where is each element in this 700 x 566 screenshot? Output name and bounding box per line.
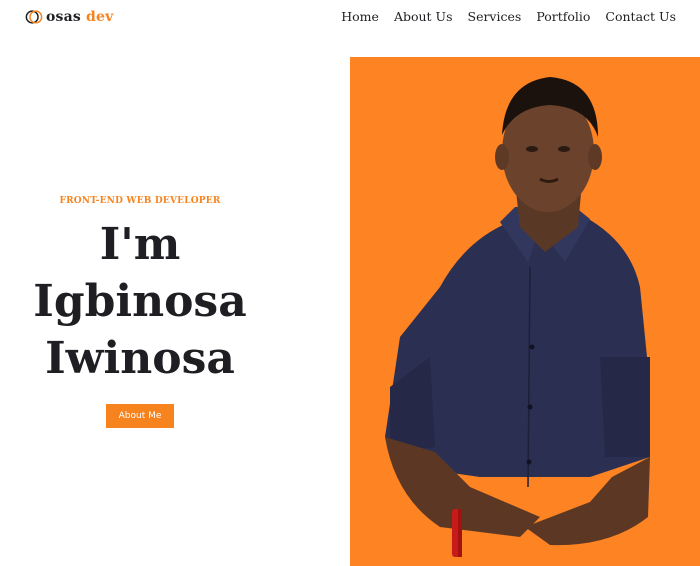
about-me-button[interactable]: About Me [106,404,174,428]
hero-subtitle: FRONT-END WEB DEVELOPER [59,196,221,206]
hero-title-line: Igbinosa [33,276,247,327]
main-nav: Home About Us Services Portfolio Contact… [341,9,676,24]
portrait-illustration [385,77,650,557]
hero-title-line: I'm [99,219,181,270]
nav-services[interactable]: Services [468,9,522,24]
brand-name: osas dev [46,9,113,25]
nav-home[interactable]: Home [341,9,379,24]
hero-title-line: Iwinosa [45,333,235,384]
brand-accent-word: dev [85,9,114,25]
nav-about-us[interactable]: About Us [394,9,453,24]
brand-word: osas [46,9,81,25]
hero-title: I'm Igbinosa Iwinosa [0,216,280,387]
navbar: osas dev Home About Us Services Portfolio… [0,0,700,36]
nav-contact-us[interactable]: Contact Us [605,9,676,24]
nav-portfolio[interactable]: Portfolio [536,9,590,24]
brand-logo[interactable]: osas dev [25,7,113,27]
profile-photo [350,57,700,566]
circle-logo-icon [25,10,43,24]
